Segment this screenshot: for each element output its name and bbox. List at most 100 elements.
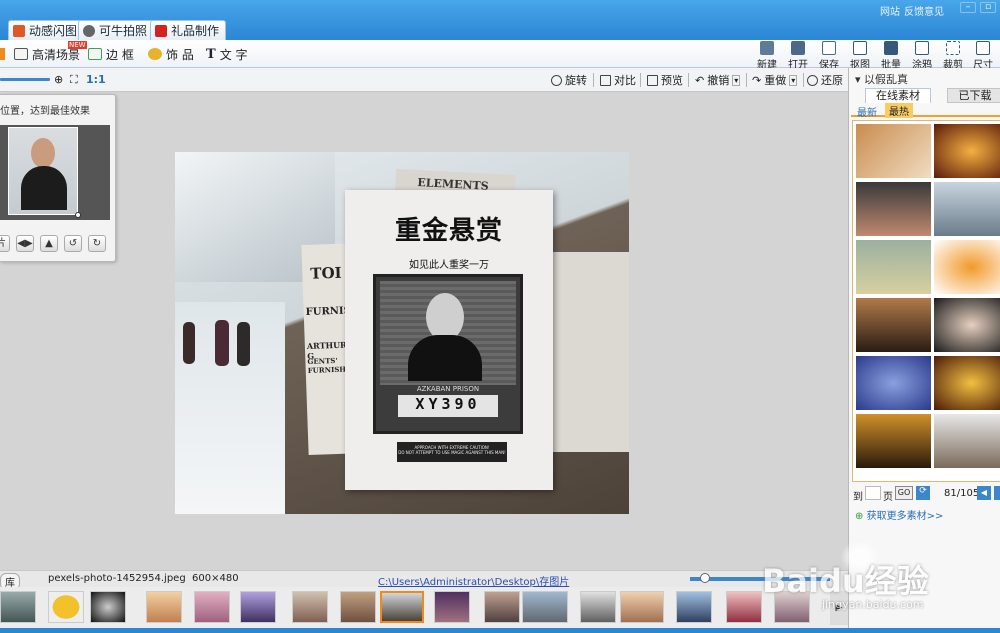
divider xyxy=(593,73,594,87)
zoom-slider[interactable] xyxy=(0,78,50,81)
restore-button[interactable]: 还原 xyxy=(807,73,843,87)
title-bar: 动感闪图 可牛拍照 礼品制作 网站 反馈意见 – ▫ xyxy=(0,0,1000,40)
save-icon xyxy=(822,41,836,55)
cutout-button[interactable]: 抠图 xyxy=(845,41,875,71)
material-thumb[interactable] xyxy=(855,123,932,179)
slider-handle[interactable] xyxy=(700,573,710,583)
flip-horizontal-button[interactable]: ◀▶ xyxy=(16,235,34,252)
toolbar-cut-item[interactable] xyxy=(0,44,5,64)
film-thumb[interactable] xyxy=(90,591,126,623)
rotate-right-button[interactable]: ↻ xyxy=(88,235,106,252)
frame-button[interactable]: 边 框 xyxy=(88,44,134,64)
compare-button[interactable]: 对比 xyxy=(600,73,636,87)
tab-gift[interactable]: 礼品制作 xyxy=(150,20,227,40)
chevron-down-icon[interactable]: ▾ xyxy=(732,74,741,86)
film-thumb[interactable] xyxy=(240,591,276,623)
film-thumb[interactable] xyxy=(620,591,664,623)
film-thumb[interactable] xyxy=(194,591,230,623)
poster-subtitle: 如见此人重奖一万 xyxy=(409,260,489,271)
restore-icon xyxy=(807,74,818,86)
fit-screen-icon[interactable]: ⛶ xyxy=(70,73,78,87)
save-button[interactable]: 保存 xyxy=(814,41,844,71)
mugshot-frame: AZKABAN PRISON XY390 xyxy=(373,274,523,434)
prev-page-button[interactable]: ◀ xyxy=(977,486,991,500)
material-thumb[interactable] xyxy=(855,181,932,237)
material-thumb[interactable] xyxy=(933,239,1000,295)
more-materials-link[interactable]: ⊕ 获取更多素材>> xyxy=(855,507,943,522)
actual-size-button[interactable]: 1:1 xyxy=(86,73,106,86)
batch-button[interactable]: 批量 xyxy=(876,41,906,71)
page-input[interactable] xyxy=(865,486,881,500)
material-thumb[interactable] xyxy=(855,355,932,411)
status-bar: 库 pexels-photo-1452954.jpeg 600×480 C:\U… xyxy=(0,570,848,590)
film-thumb-selected[interactable] xyxy=(380,591,424,623)
preview-button[interactable]: 预览 xyxy=(647,73,683,87)
film-thumb[interactable] xyxy=(676,591,712,623)
rotate-button[interactable]: 旋转 xyxy=(551,73,587,87)
rotate-left-button[interactable]: ↺ xyxy=(64,235,82,252)
panel-header[interactable]: ▾ 以假乱真 xyxy=(855,71,908,87)
film-thumb[interactable] xyxy=(340,591,376,623)
divider xyxy=(746,73,747,87)
zoom-in-icon[interactable]: ⊕ xyxy=(54,73,63,86)
wanted-poster: 重金悬赏 如见此人重奖一万 AZKABAN PRISON XY390 APPRO… xyxy=(345,190,553,490)
film-thumb[interactable] xyxy=(292,591,328,623)
photo-filmstrip: ▶ xyxy=(0,587,848,628)
film-thumb[interactable] xyxy=(580,591,616,623)
rotate-icon xyxy=(551,74,562,86)
landscape-icon xyxy=(14,48,28,60)
edited-photo[interactable]: TOI FURNISHING ARTHUR B. G GENTS' FURNIS… xyxy=(175,152,629,514)
prison-number: XY390 xyxy=(398,395,498,417)
film-thumb[interactable] xyxy=(522,591,568,623)
next-page-button[interactable] xyxy=(994,486,1000,500)
cutout-icon xyxy=(853,41,867,55)
resize-button[interactable]: 尺寸 xyxy=(968,41,998,71)
decoration-button[interactable]: 饰 品 xyxy=(148,44,194,64)
undo-button[interactable]: ↶ 撤销 ▾ xyxy=(695,73,741,87)
resize-handle[interactable] xyxy=(75,212,81,218)
paint-button[interactable]: 涂鸦 xyxy=(907,41,937,71)
maximize-button[interactable]: ▫ xyxy=(980,2,996,13)
material-thumb[interactable] xyxy=(933,297,1000,353)
material-thumb[interactable] xyxy=(933,413,1000,469)
text-button[interactable]: T 文 字 xyxy=(206,44,248,64)
hd-scene-button[interactable]: 高清场景 NEW xyxy=(14,41,87,64)
tab-downloaded[interactable]: 已下载 xyxy=(947,88,1000,103)
folder-path-link[interactable]: C:\Users\Administrator\Desktop\存图片 xyxy=(378,573,569,588)
refresh-icon[interactable]: ⟳ xyxy=(916,486,930,500)
image-size: 600×480 xyxy=(192,573,239,584)
film-thumb[interactable] xyxy=(434,591,470,623)
material-thumb[interactable] xyxy=(933,355,1000,411)
film-thumb[interactable] xyxy=(146,591,182,623)
open-folder-icon xyxy=(791,41,805,55)
feedback-link[interactable]: 反馈意见 xyxy=(904,3,944,18)
redo-button[interactable]: ↷ 重做 ▾ xyxy=(752,73,798,87)
open-button[interactable]: 打开 xyxy=(783,41,813,71)
preview-photo[interactable] xyxy=(8,127,81,218)
film-thumb[interactable] xyxy=(0,591,36,623)
material-thumb[interactable] xyxy=(933,181,1000,237)
material-thumb[interactable] xyxy=(855,239,932,295)
face-shape xyxy=(31,138,55,168)
subtab-hottest[interactable]: 最热 xyxy=(885,103,913,118)
website-link[interactable]: 网站 xyxy=(880,3,900,18)
film-thumb[interactable] xyxy=(48,591,84,623)
tab-camera[interactable]: 可牛拍照 xyxy=(78,20,155,40)
material-thumb[interactable] xyxy=(855,413,932,469)
go-button[interactable]: GO xyxy=(895,486,913,500)
position-preview xyxy=(0,125,110,220)
subtab-latest[interactable]: 最新 xyxy=(857,104,877,119)
minimize-button[interactable]: – xyxy=(960,2,976,13)
material-thumb[interactable] xyxy=(855,297,932,353)
material-thumb[interactable] xyxy=(933,123,1000,179)
new-icon xyxy=(760,41,774,55)
tab-animated-flash[interactable]: 动感闪图 xyxy=(8,20,85,40)
chevron-down-icon[interactable]: ▾ xyxy=(789,74,798,86)
new-button[interactable]: 新建 xyxy=(752,41,782,71)
crop-button[interactable]: 裁剪 xyxy=(938,41,968,71)
tab-online-material[interactable]: 在线素材 xyxy=(865,88,931,103)
film-thumb[interactable] xyxy=(484,591,520,623)
left-tool-button[interactable]: 片 xyxy=(0,235,10,252)
batch-icon xyxy=(884,41,898,55)
flip-vertical-button[interactable]: ▲ xyxy=(40,235,58,252)
